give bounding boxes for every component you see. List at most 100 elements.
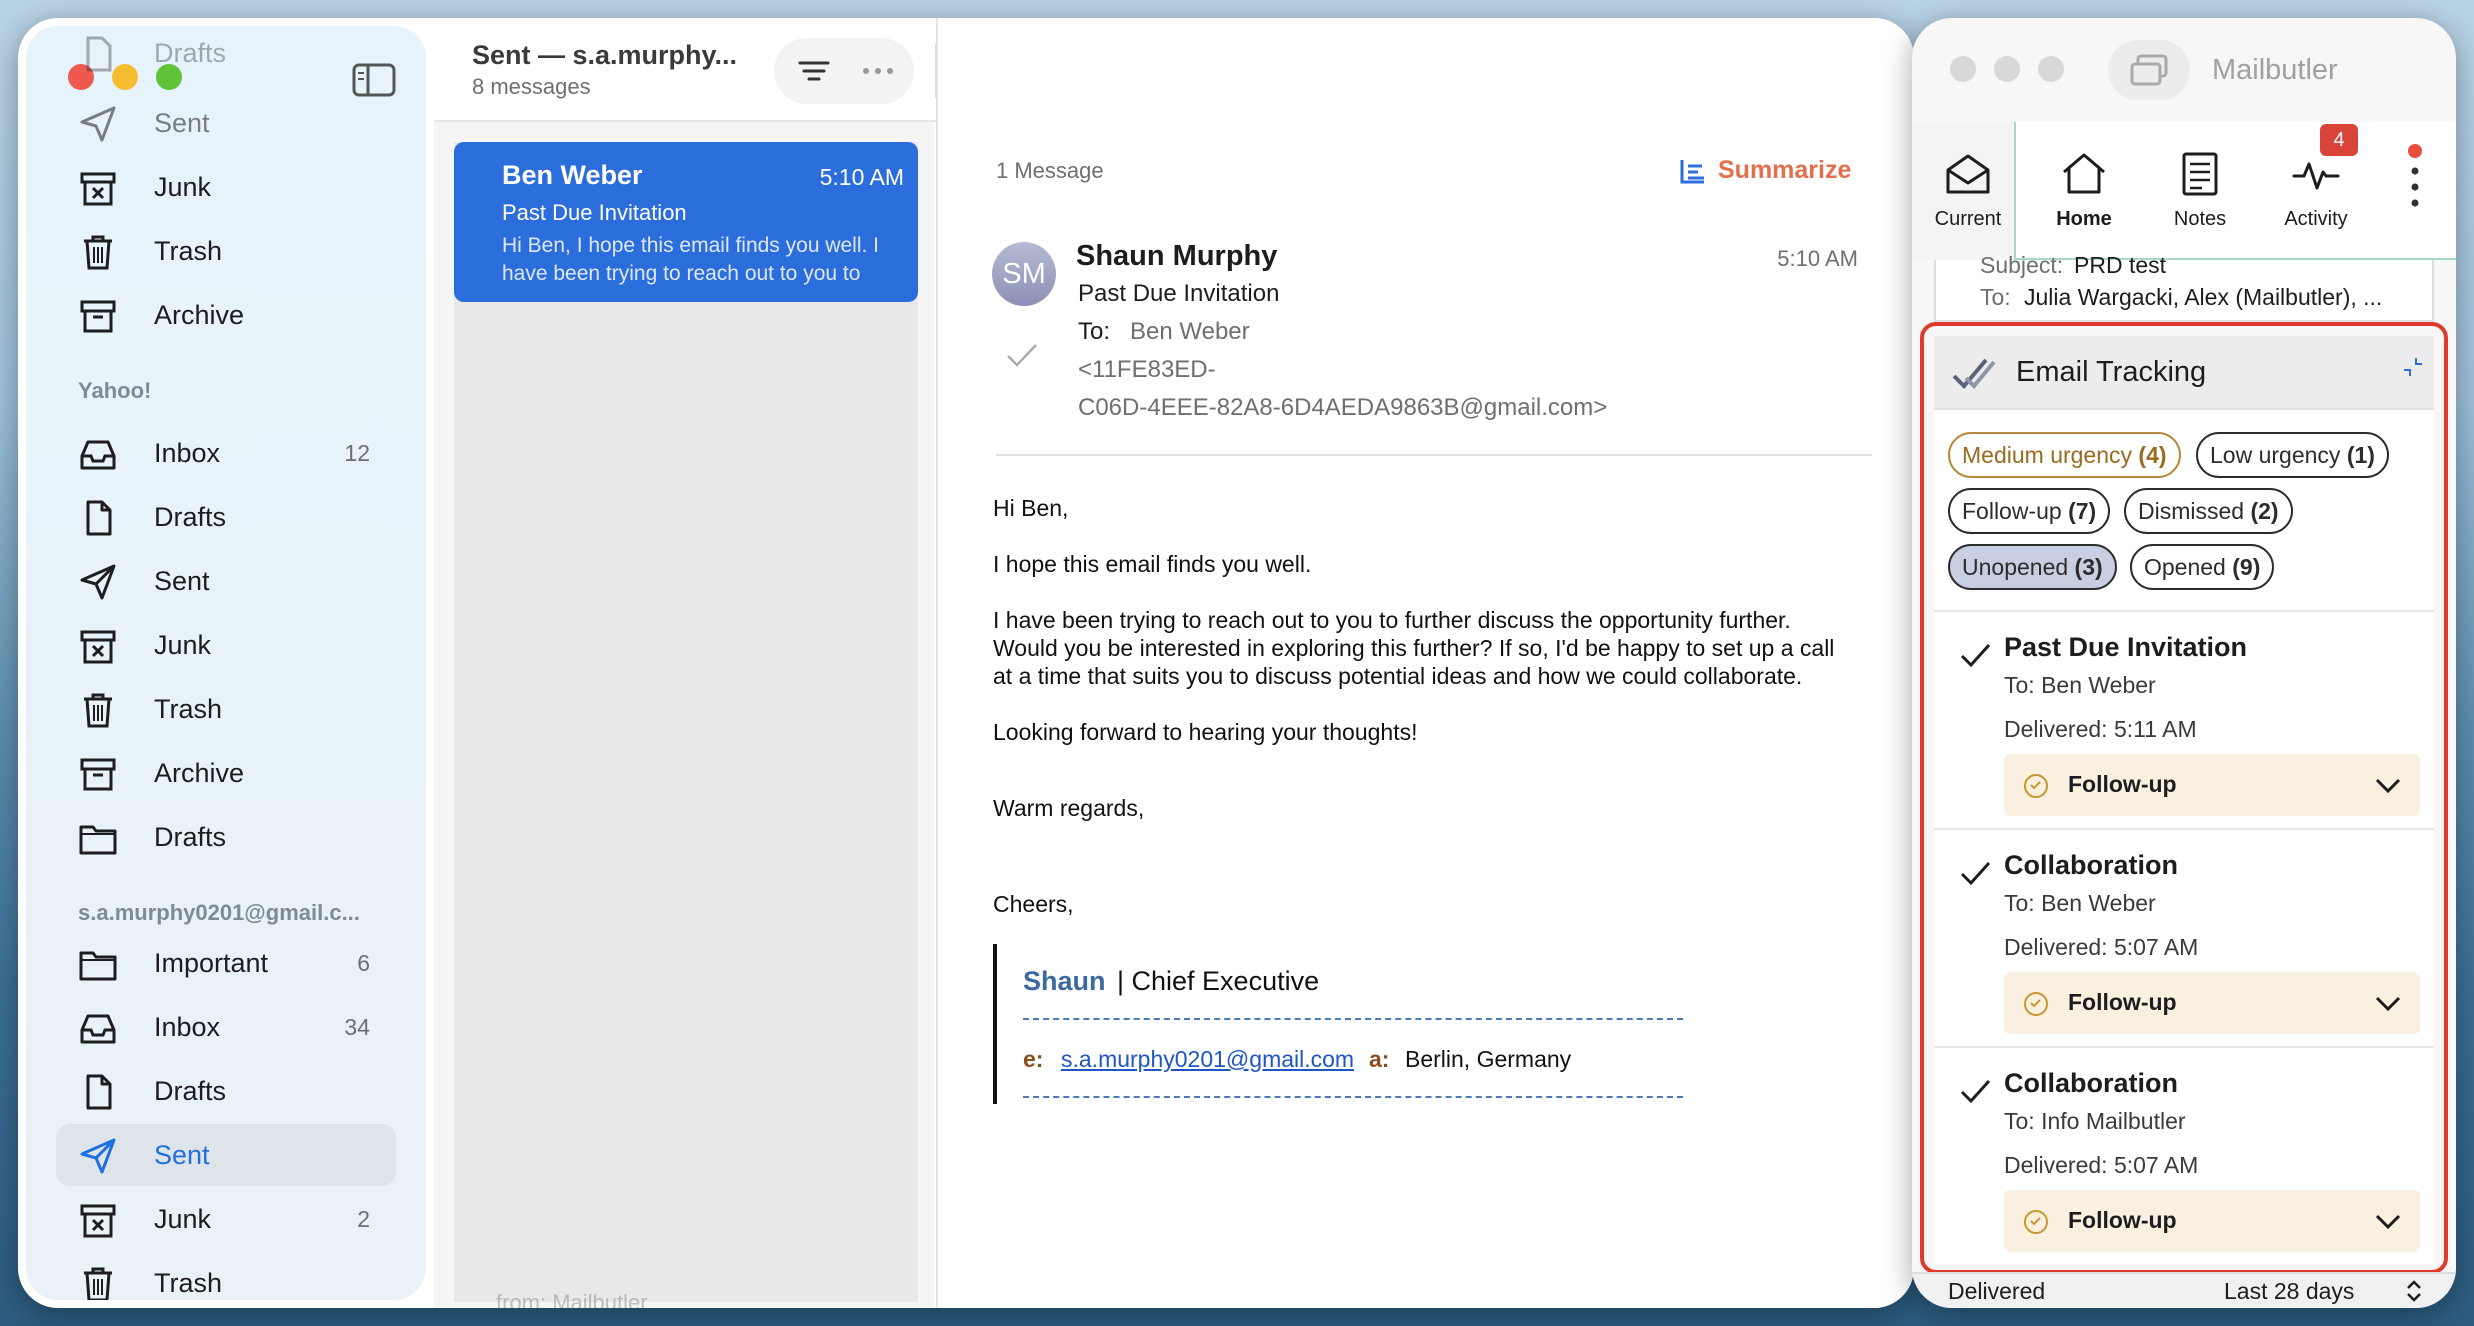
chip-count: (2) <box>2250 498 2279 524</box>
message-subject: Past Due Invitation <box>502 200 687 225</box>
tab-home[interactable]: Home <box>2028 128 2140 248</box>
sidebar-item-gmail-trash[interactable]: Trash <box>56 1252 396 1300</box>
sidebar-item-yahoo-trash[interactable]: Trash <box>56 678 396 740</box>
message-row-cut: from: Mailbutler <box>496 1290 648 1308</box>
sidebar-item-label: Junk <box>154 1204 212 1234</box>
chip-count: (3) <box>2074 554 2103 580</box>
previous-message-card[interactable]: Subject: PRD test To: Julia Wargacki, Al… <box>1934 252 2434 322</box>
chip-low-urgency[interactable]: Low urgency (1) <box>2196 432 2389 478</box>
unread-count: 2 <box>357 1206 370 1232</box>
sidebar-item-gmail-junk[interactable]: Junk 2 <box>56 1188 396 1250</box>
body-paragraph: I have been trying to reach out to you t… <box>993 607 1791 633</box>
trash-icon <box>78 690 118 730</box>
sidebar-item-junk-top[interactable]: Junk <box>56 156 396 218</box>
account-header-gmail: s.a.murphy0201@gmail.c... <box>78 900 360 925</box>
to-recipient[interactable]: Ben Weber <box>1130 318 1250 346</box>
sidebar-item-gmail-inbox[interactable]: Inbox 34 <box>56 996 396 1058</box>
body-paragraph: Looking forward to hearing your thoughts… <box>993 719 1418 745</box>
signature-email-link[interactable]: s.a.murphy0201@gmail.com <box>1061 1046 1354 1073</box>
chip-label: Follow-up <box>1962 498 2062 524</box>
mail-window: Drafts Sent Junk Trash Archive Yahoo! In… <box>18 18 1914 1308</box>
chip-opened[interactable]: Opened (9) <box>2130 544 2275 590</box>
sidebar-item-label: Sent <box>154 1140 210 1170</box>
tab-label: Current <box>1934 208 2002 230</box>
chip-dismissed[interactable]: Dismissed (2) <box>2124 488 2293 534</box>
sidebar-item-yahoo-sent[interactable]: Sent <box>56 550 396 612</box>
filter-icon[interactable] <box>794 51 834 91</box>
sidebar-item-sent-top[interactable]: Sent <box>56 92 396 154</box>
chip-unopened[interactable]: Unopened (3) <box>1948 544 2117 590</box>
prev-to-label: To: <box>1980 284 2011 310</box>
message-row-selected[interactable]: Ben Weber 5:10 AM Past Due Invitation Hi… <box>454 142 918 302</box>
from-name[interactable]: Shaun Murphy <box>1076 240 1277 273</box>
avatar: SM <box>992 242 1056 306</box>
summarize-button[interactable]: Summarize <box>1678 154 1868 188</box>
signature-name: Shaun <box>1023 966 1106 996</box>
replied-check-icon <box>1004 340 1040 370</box>
tracking-delivered-label: Delivered: <box>2004 716 2108 742</box>
prev-to: Julia Wargacki, Alex (Mailbutler), ... <box>2024 284 2383 310</box>
follow-up-dropdown[interactable]: Follow-up <box>2004 1190 2420 1252</box>
sidebar-item-label: Drafts <box>154 1076 227 1106</box>
summarize-label: Summarize <box>1718 156 1852 184</box>
follow-up-icon <box>2022 772 2050 800</box>
tracking-to: Info Mailbutler <box>2041 1108 2186 1134</box>
sidebar-item-gmail-sent[interactable]: Sent <box>56 1124 396 1186</box>
tracking-delivered: 5:07 AM <box>2113 1152 2199 1178</box>
sidebar-item-yahoo-archive[interactable]: Archive <box>56 742 396 804</box>
follow-up-icon <box>2022 1208 2050 1236</box>
follow-up-dropdown[interactable]: Follow-up <box>2004 972 2420 1034</box>
tracking-header: Email Tracking <box>1934 336 2434 410</box>
message-sender: Ben Weber <box>502 160 643 190</box>
tracking-delivered: 5:11 AM <box>2113 716 2197 742</box>
notification-dot <box>2408 144 2422 158</box>
chevron-down-icon <box>2374 774 2402 796</box>
sidebar-item-yahoo-drafts-folder[interactable]: Drafts <box>56 806 396 868</box>
collapse-icon[interactable] <box>2402 356 2424 378</box>
tracking-item[interactable]: Past Due Invitation To: Ben Weber Delive… <box>1934 610 2434 828</box>
tracking-item[interactable]: Collaboration To: Ben Weber Delivered: 5… <box>1934 828 2434 1046</box>
date-range-select[interactable]: Last 28 days <box>2224 1274 2430 1308</box>
tab-label: Home <box>2056 208 2112 230</box>
message-id-line-1: <11FE83ED- <box>1078 356 1216 383</box>
body-paragraph: at a time that suits you to discuss pote… <box>993 663 1803 689</box>
sidebar-item-trash-top[interactable]: Trash <box>56 220 396 282</box>
follow-up-label: Follow-up <box>2068 1207 2177 1233</box>
date-range-value: Last 28 days <box>2224 1278 2355 1304</box>
sidebar-item-archive-top[interactable]: Archive <box>56 284 396 346</box>
minimize-window-button[interactable] <box>1994 56 2020 82</box>
inbox-tray-icon <box>78 1008 118 1048</box>
chip-medium-urgency[interactable]: Medium urgency (4) <box>1948 432 2181 478</box>
sidebar-item-gmail-drafts[interactable]: Drafts <box>56 1060 396 1122</box>
paper-plane-icon <box>78 1136 118 1176</box>
trash-icon <box>78 232 118 272</box>
mailbutler-title: Mailbutler <box>2212 54 2338 86</box>
paper-plane-icon <box>78 104 118 144</box>
more-icon[interactable] <box>858 51 898 91</box>
message-count: 8 messages <box>472 74 591 99</box>
sidebar-item-yahoo-junk[interactable]: Junk <box>56 614 396 676</box>
follow-up-label: Follow-up <box>2068 771 2177 797</box>
tracking-item[interactable]: Collaboration To: Info Mailbutler Delive… <box>1934 1046 2434 1264</box>
tracking-delivered-label: Delivered: <box>2004 934 2108 960</box>
chip-follow-up[interactable]: Follow-up (7) <box>1948 488 2111 534</box>
notes-icon <box>2176 150 2224 198</box>
follow-up-dropdown[interactable]: Follow-up <box>2004 754 2420 816</box>
chevron-down-icon <box>2374 992 2402 1014</box>
close-window-button[interactable] <box>1950 56 1976 82</box>
window-switch-button[interactable] <box>2108 40 2190 100</box>
signature-divider <box>1023 1018 1683 1020</box>
chip-count: (9) <box>2232 554 2261 580</box>
more-vertical-icon[interactable] <box>2408 164 2422 210</box>
junk-bin-icon <box>78 1200 118 1240</box>
sidebar-item-label: Trash <box>154 236 223 266</box>
body-paragraph: Would you be interested in exploring thi… <box>993 635 1835 661</box>
tab-notes[interactable]: Notes <box>2144 128 2256 248</box>
sidebar-item-drafts-top[interactable]: Drafts <box>56 26 396 84</box>
zoom-window-button[interactable] <box>2038 56 2064 82</box>
sidebar-item-yahoo-drafts[interactable]: Drafts <box>56 486 396 548</box>
tab-current[interactable]: Current <box>1912 128 2024 248</box>
sidebar-item-gmail-important[interactable]: Important 6 <box>56 932 396 994</box>
sidebar-item-yahoo-inbox[interactable]: Inbox 12 <box>56 422 396 484</box>
header-divider <box>996 454 1872 456</box>
